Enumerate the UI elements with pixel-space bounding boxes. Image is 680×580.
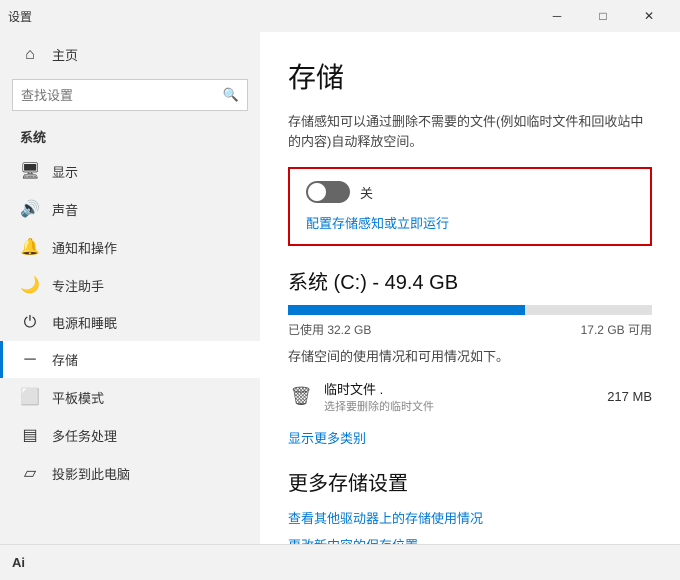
home-icon: ⌂ <box>20 46 40 64</box>
sidebar-item-label: 存储 <box>52 350 78 369</box>
sidebar-item-power[interactable]: ⏻ 电源和睡眠 <box>0 304 260 341</box>
configure-link[interactable]: 配置存储感知或立即运行 <box>306 216 449 231</box>
sidebar-item-tablet[interactable]: ⬜ 平板模式 <box>0 378 260 416</box>
free-label: 17.2 GB 可用 <box>581 321 652 338</box>
app-body: ⌂ 主页 🔍 系统 🖥 显示 🔊 声音 🔔 通知和操作 🌙 专注助手 ⏻ <box>0 32 680 544</box>
sidebar-item-home[interactable]: ⌂ 主页 <box>0 36 260 73</box>
show-more-link[interactable]: 显示更多类别 <box>288 428 366 447</box>
storage-desc: 存储空间的使用情况和可用情况如下。 <box>288 346 652 365</box>
file-type-info: 临时文件 . 选择要删除的临时文件 <box>324 379 597 414</box>
tablet-icon: ⬜ <box>20 387 40 407</box>
maximize-button[interactable]: □ <box>580 0 626 32</box>
search-input[interactable] <box>21 88 223 103</box>
sidebar-item-label: 多任务处理 <box>52 426 117 445</box>
toggle-label: 关 <box>360 183 373 202</box>
sidebar-item-label: 电源和睡眠 <box>52 313 117 332</box>
file-name-label: 临时文件 <box>324 382 376 397</box>
sidebar-item-sound[interactable]: 🔊 声音 <box>0 190 260 228</box>
search-box: 🔍 <box>12 79 248 111</box>
multitask-icon: ▤ <box>20 425 40 445</box>
sidebar-item-project[interactable]: ▱ 投影到此电脑 <box>0 454 260 492</box>
other-drives-link[interactable]: 查看其他驱动器上的存储使用情况 <box>288 508 652 527</box>
window-controls: ─ □ ✕ <box>534 0 672 32</box>
sidebar-item-label: 声音 <box>52 200 78 219</box>
sidebar-item-label: 专注助手 <box>52 276 104 295</box>
minimize-button[interactable]: ─ <box>534 0 580 32</box>
storage-progress-bg <box>288 305 652 315</box>
page-desc: 存储感知可以通过删除不需要的文件(例如临时文件和回收站中的内容)自动释放空间。 <box>288 112 652 151</box>
search-icon: 🔍 <box>223 87 239 103</box>
sidebar-item-multitask[interactable]: ▤ 多任务处理 <box>0 416 260 454</box>
window-title: 设置 <box>8 8 32 25</box>
titlebar: 设置 ─ □ ✕ <box>0 0 680 32</box>
trash-icon: 🗑 <box>288 384 314 410</box>
storage-sense-toggle[interactable] <box>306 181 350 203</box>
toggle-row: 关 <box>306 181 634 203</box>
project-icon: ▱ <box>20 463 40 483</box>
file-type-sub: 选择要删除的临时文件 <box>324 398 597 414</box>
bottom-bar: Ai <box>0 544 680 580</box>
drive-title: 系统 (C:) - 49.4 GB <box>288 266 652 295</box>
sound-icon: 🔊 <box>20 199 40 219</box>
ai-badge: Ai <box>12 555 25 570</box>
sidebar-item-label: 显示 <box>52 162 78 181</box>
sidebar-item-label: 主页 <box>52 45 78 64</box>
used-label: 已使用 32.2 GB <box>288 321 371 338</box>
sidebar: ⌂ 主页 🔍 系统 🖥 显示 🔊 声音 🔔 通知和操作 🌙 专注助手 ⏻ <box>0 32 260 544</box>
sidebar-group-label: 系统 <box>0 121 260 152</box>
storage-icon: ─ <box>20 351 40 369</box>
file-type-size: 217 MB <box>607 389 652 404</box>
storage-progress-fill <box>288 305 525 315</box>
display-icon: 🖥 <box>20 161 40 181</box>
more-storage-title: 更多存储设置 <box>288 467 652 496</box>
sidebar-item-notify[interactable]: 🔔 通知和操作 <box>0 228 260 266</box>
sidebar-item-display[interactable]: 🖥 显示 <box>0 152 260 190</box>
power-icon: ⏻ <box>20 314 40 332</box>
page-title: 存储 <box>288 56 652 96</box>
sidebar-item-focus[interactable]: 🌙 专注助手 <box>0 266 260 304</box>
save-location-link[interactable]: 更改新内容的保存位置 <box>288 535 652 544</box>
sidebar-item-label: 平板模式 <box>52 388 104 407</box>
storage-sense-box: 关 配置存储感知或立即运行 <box>288 167 652 246</box>
sidebar-item-label: 投影到此电脑 <box>52 464 130 483</box>
storage-labels: 已使用 32.2 GB 17.2 GB 可用 <box>288 321 652 338</box>
main-content: 存储 存储感知可以通过删除不需要的文件(例如临时文件和回收站中的内容)自动释放空… <box>260 32 680 544</box>
sidebar-item-label: 通知和操作 <box>52 238 117 257</box>
notify-icon: 🔔 <box>20 237 40 257</box>
close-button[interactable]: ✕ <box>626 0 672 32</box>
file-type-name: 临时文件 . <box>324 379 597 398</box>
sidebar-item-storage[interactable]: ─ 存储 <box>0 341 260 378</box>
focus-icon: 🌙 <box>20 275 40 295</box>
file-type-row: 🗑 临时文件 . 选择要删除的临时文件 217 MB <box>288 379 652 414</box>
file-dots: . <box>380 382 384 397</box>
